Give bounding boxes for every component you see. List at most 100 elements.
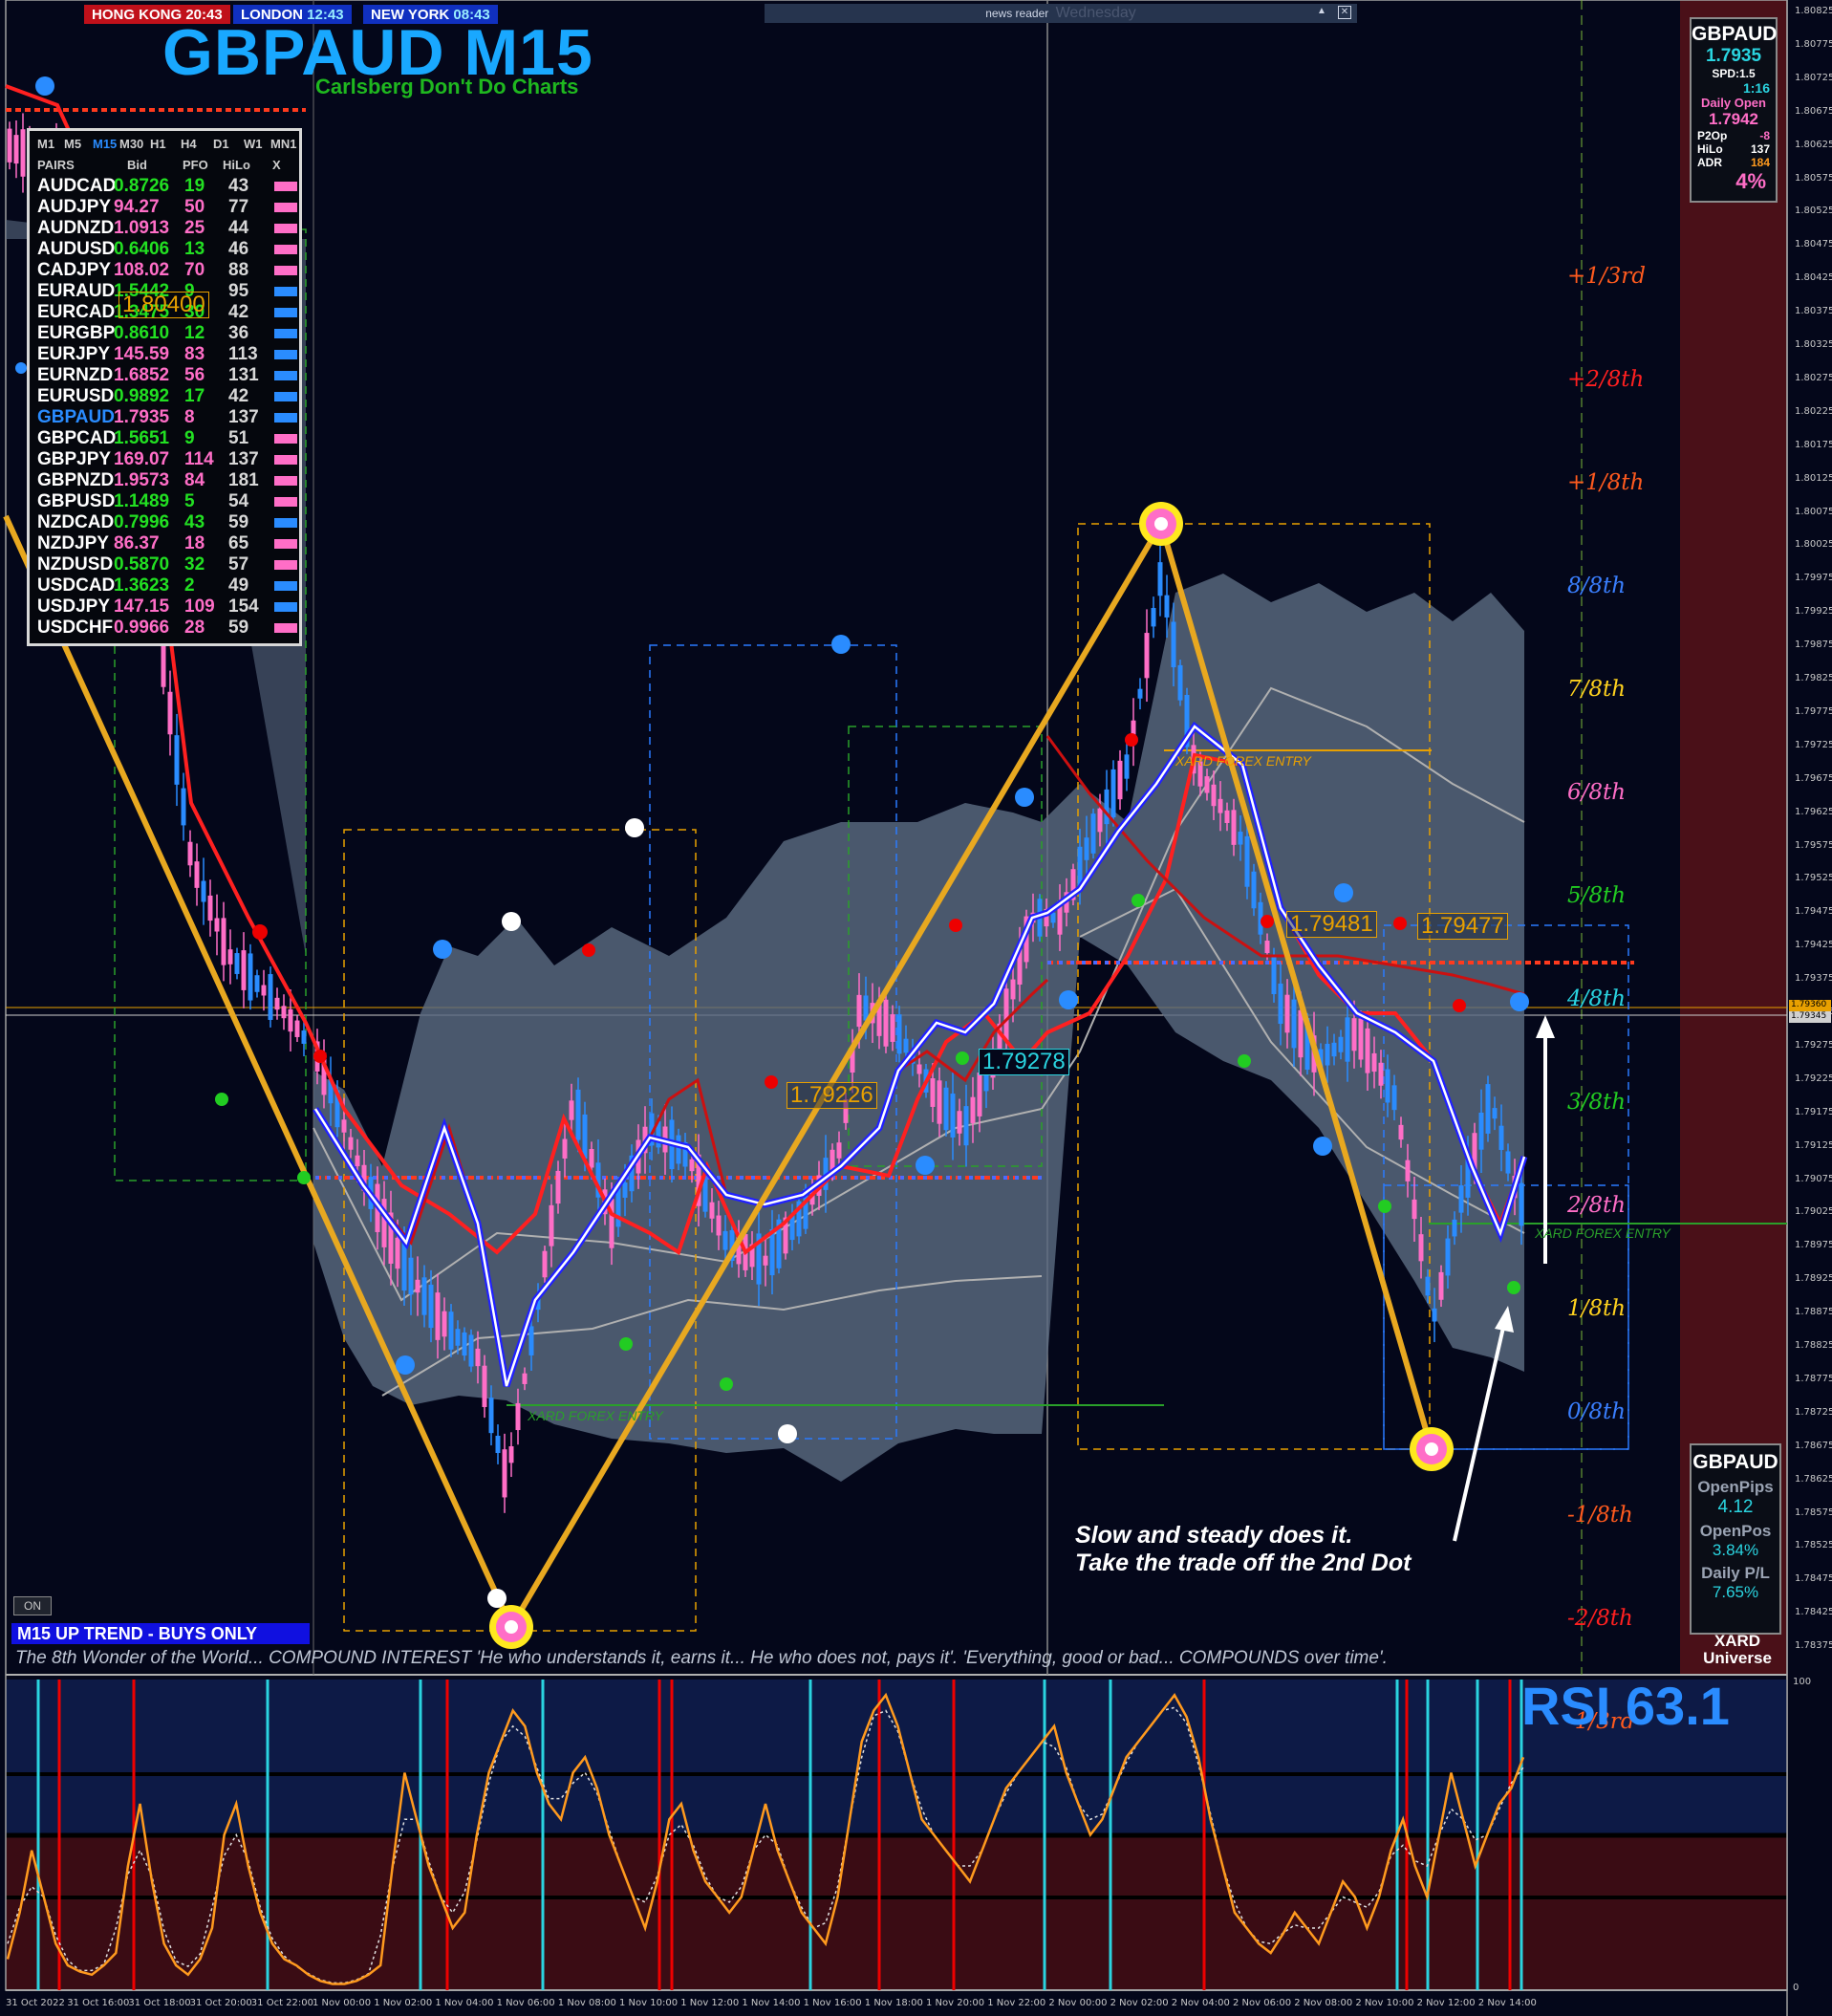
candle	[950, 1094, 956, 1138]
candle	[890, 1014, 895, 1042]
candle	[1385, 1069, 1390, 1103]
signal-dot	[956, 1051, 969, 1065]
pair-x-indicator[interactable]	[274, 224, 297, 233]
price-axis-tick: 1.79725	[1795, 739, 1832, 750]
pair-x-indicator[interactable]	[274, 476, 297, 486]
info-spread: SPD:1.5	[1712, 67, 1756, 80]
pair-pair: EURGBP	[37, 323, 116, 343]
collapse-icon[interactable]: ▲	[1315, 6, 1328, 19]
timeframe-m30[interactable]: M30	[119, 137, 143, 151]
xard-entry-label-2: XARD FOREX ENTRY	[1175, 753, 1311, 769]
pair-x-indicator[interactable]	[274, 392, 297, 401]
candle	[1378, 1062, 1384, 1086]
candle	[1498, 1125, 1504, 1150]
timeframe-m15[interactable]: M15	[93, 137, 117, 151]
time-axis-tick: 31 Oct 18:00	[128, 1998, 191, 2008]
pair-x-indicator[interactable]	[274, 182, 297, 191]
news-reader-bar[interactable]: news reader Wednesday ▲ ✕	[765, 4, 1357, 23]
pair-x-indicator[interactable]	[274, 266, 297, 275]
candle	[462, 1332, 467, 1356]
timeframe-mn1[interactable]: MN1	[270, 137, 296, 151]
candle	[455, 1329, 461, 1346]
timeframe-m1[interactable]: M1	[37, 137, 54, 151]
timeframe-d1[interactable]: D1	[213, 137, 229, 151]
signal-dot	[1015, 788, 1034, 807]
pair-x-indicator[interactable]	[274, 539, 297, 549]
pair-pfo: 18	[184, 533, 205, 553]
pair-x-indicator[interactable]	[274, 413, 297, 423]
candle	[475, 1348, 481, 1367]
pair-x-indicator[interactable]	[274, 518, 297, 528]
pair-x-indicator[interactable]	[274, 497, 297, 507]
col-header-pairs: PAIRS	[37, 158, 75, 172]
price-axis-tick: 1.79675	[1795, 772, 1832, 784]
candle	[1391, 1085, 1397, 1111]
pair-x-indicator[interactable]	[274, 581, 297, 591]
pair-pfo: 28	[184, 618, 205, 638]
candle	[1345, 1017, 1350, 1062]
signal-dot	[778, 1424, 797, 1443]
pair-x-indicator[interactable]	[274, 560, 297, 570]
pair-pair: EURNZD	[37, 365, 114, 385]
pair-pfo: 9	[184, 428, 195, 448]
candle	[482, 1365, 487, 1407]
pair-hilo: 181	[228, 470, 259, 490]
candle	[435, 1292, 441, 1340]
pair-x-indicator[interactable]	[274, 308, 297, 317]
on-toggle-button[interactable]: ON	[13, 1596, 52, 1615]
pair-pfo: 17	[184, 386, 205, 406]
pair-x-indicator[interactable]	[274, 623, 297, 633]
candle	[916, 1064, 922, 1074]
price-axis-tick: 1.78425	[1795, 1607, 1832, 1618]
pair-x-indicator[interactable]	[274, 245, 297, 254]
info-price: 1.7935	[1705, 46, 1762, 66]
time-axis-tick: 2 Nov 04:00	[1171, 1998, 1230, 2008]
timeframe-h4[interactable]: H4	[181, 137, 197, 151]
murrey-level-label: 7/8th	[1567, 677, 1627, 702]
pair-x-indicator[interactable]	[274, 329, 297, 338]
price-axis-tick: 1.80425	[1795, 272, 1832, 284]
pair-hilo: 44	[228, 218, 249, 238]
candle	[1218, 798, 1223, 813]
time-axis-tick: 1 Nov 18:00	[864, 1998, 923, 2008]
candle	[502, 1449, 507, 1498]
pair-x-indicator[interactable]	[274, 602, 297, 612]
candle	[1124, 754, 1130, 779]
pair-x-indicator[interactable]	[274, 434, 297, 444]
candle	[1351, 1018, 1357, 1051]
time-axis-tick: 1 Nov 10:00	[619, 1998, 679, 2008]
timeframe-w1[interactable]: W1	[244, 137, 263, 151]
pair-x-indicator[interactable]	[274, 455, 297, 465]
pair-bid: 1.7935	[114, 407, 170, 427]
price-axis-tick: 1.80275	[1795, 372, 1832, 383]
price-axis-tick: 1.80825	[1795, 6, 1832, 16]
pair-pair: AUDCAD	[37, 176, 117, 196]
candle	[415, 1279, 420, 1293]
timeframe-m5[interactable]: M5	[64, 137, 81, 151]
pair-bid: 1.0913	[114, 218, 170, 238]
sidebar-panel	[1680, 0, 1787, 1675]
pair-x-indicator[interactable]	[274, 287, 297, 296]
candle	[428, 1284, 434, 1329]
candle	[1485, 1084, 1491, 1134]
time-axis-tick: 1 Nov 00:00	[313, 1998, 372, 2008]
timeframe-h1[interactable]: H1	[150, 137, 166, 151]
pair-x-indicator[interactable]	[274, 203, 297, 212]
pair-pfo: 84	[184, 470, 205, 490]
candle	[241, 950, 247, 990]
price-axis-tick: 1.79925	[1795, 606, 1832, 618]
candle	[676, 1135, 681, 1164]
pair-x-indicator[interactable]	[274, 350, 297, 359]
price-axis-tick: 1.78375	[1795, 1640, 1832, 1652]
pair-x-indicator[interactable]	[274, 371, 297, 380]
price-label-right-2: 1.79477	[1417, 913, 1508, 940]
pair-pair: GBPAUD	[37, 407, 115, 427]
close-icon[interactable]: ✕	[1338, 6, 1351, 19]
pair-pfo: 56	[184, 365, 205, 385]
candle	[201, 880, 206, 902]
signal-dot	[1453, 999, 1466, 1012]
candle	[716, 1215, 722, 1236]
candle	[1171, 621, 1176, 668]
pair-hilo: 95	[228, 281, 249, 301]
candle	[355, 1155, 360, 1167]
